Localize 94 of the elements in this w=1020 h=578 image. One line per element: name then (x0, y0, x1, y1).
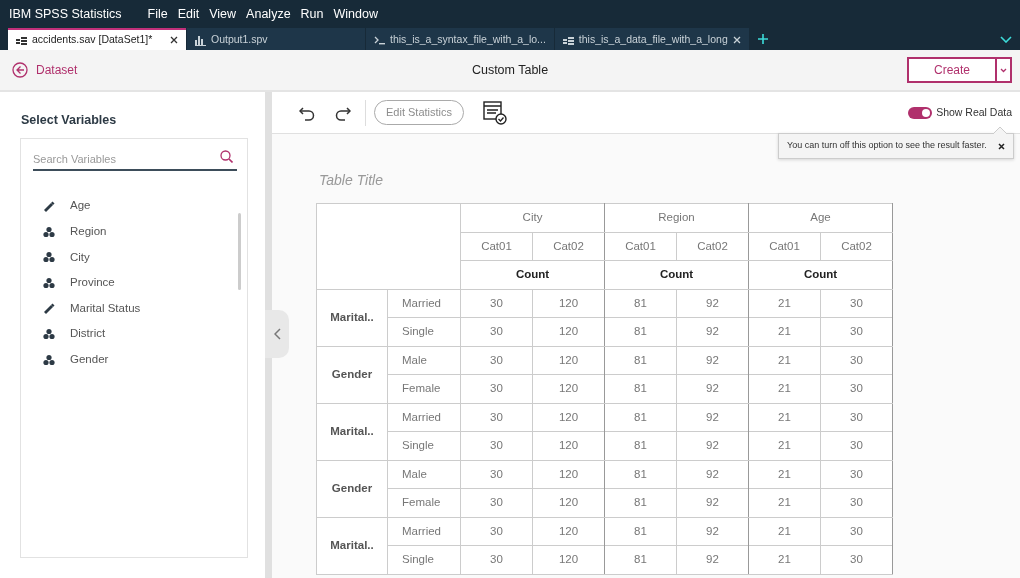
table-cell: 120 (532, 517, 605, 546)
table-cell: 92 (676, 517, 749, 546)
table-cell: 30 (460, 545, 533, 574)
table-cell: 21 (748, 317, 821, 346)
variable-item[interactable]: Age (21, 193, 247, 219)
toggle-label: Show Real Data (936, 104, 1012, 120)
panel-title: Select Variables (21, 112, 118, 129)
table-cell: 120 (532, 431, 605, 460)
table-cell: 21 (748, 431, 821, 460)
menu-item[interactable]: View (204, 4, 242, 24)
table-cell: 92 (676, 374, 749, 403)
table-cell: 30 (820, 460, 893, 489)
tooltip-text: You can turn off this option to see the result faster. (787, 139, 987, 153)
table-cell: 30 (460, 431, 533, 460)
table-cell: 21 (748, 488, 821, 517)
table-cell: 92 (676, 403, 749, 432)
table-cell: 81 (604, 488, 677, 517)
table-cell: 120 (532, 317, 605, 346)
page-title: Custom Table (471, 61, 549, 79)
table-cell: 92 (676, 488, 749, 517)
row-label: Female (387, 488, 461, 517)
tab-label: this_is_a_data_file_with_a_long (578, 32, 728, 48)
category-header: Cat02 (676, 232, 749, 261)
row-label: Female (387, 374, 461, 403)
variable-item[interactable]: Gender (21, 346, 247, 373)
table-cell: 30 (820, 317, 893, 346)
category-header: Cat02 (820, 232, 893, 261)
show-real-data-toggle[interactable]: Show Real Data (908, 104, 1012, 121)
table-cell: 30 (820, 431, 893, 460)
table-cell: 30 (460, 374, 533, 403)
table-cell: 30 (820, 403, 893, 432)
table-cell: 92 (676, 317, 749, 346)
table-cell: 120 (532, 460, 605, 489)
table-cell: 120 (532, 403, 605, 432)
menu-item[interactable]: Run (295, 4, 329, 24)
table-cell: 30 (820, 545, 893, 574)
variable-item[interactable]: City (21, 244, 247, 271)
table-cell: 120 (532, 488, 605, 517)
column-header: Age (748, 203, 893, 232)
table-cell: 30 (820, 346, 893, 375)
tab-label: Output1.spv (211, 32, 268, 48)
row-label: Single (387, 431, 461, 460)
table-cell: 81 (604, 374, 677, 403)
table-cell: 30 (820, 374, 893, 403)
table-cell: 92 (676, 545, 749, 574)
table-cell: 120 (532, 346, 605, 375)
file-tab[interactable]: accidents.sav [DataSet1]* (8, 28, 186, 50)
row-group-label: Gender (316, 460, 388, 517)
tab-label: this_is_a_syntax_file_with_a_lo... (390, 32, 546, 48)
variable-item[interactable]: Marital Status (21, 295, 247, 322)
variable-item[interactable]: Region (21, 218, 247, 245)
row-group-label: Marital.. (316, 289, 388, 346)
table-cell: 92 (676, 346, 749, 375)
menu-item[interactable]: File (142, 4, 173, 24)
row-label: Single (387, 317, 461, 346)
statistic-header: Count (460, 260, 605, 289)
file-tab[interactable]: this_is_a_syntax_file_with_a_lo... (366, 28, 554, 50)
create-button[interactable]: Create (907, 57, 997, 83)
table-cell: 21 (748, 374, 821, 403)
table-cell: 30 (460, 317, 533, 346)
variable-item[interactable]: Province (21, 270, 247, 296)
table-cell: 81 (604, 545, 677, 574)
back-link[interactable]: Dataset (12, 61, 78, 79)
table-cell: 30 (820, 289, 893, 318)
table-cell: 21 (748, 545, 821, 574)
column-header: City (460, 203, 605, 232)
table-cell: 81 (604, 431, 677, 460)
table-cell: 30 (460, 488, 533, 517)
app-title: IBM SPSS Statistics (8, 5, 123, 23)
row-group-label: Marital.. (316, 403, 388, 460)
table-cell: 92 (676, 460, 749, 489)
table-cell: 81 (604, 317, 677, 346)
table-cell: 30 (820, 488, 893, 517)
table-cell: 120 (532, 545, 605, 574)
menu-item[interactable]: Edit (172, 4, 205, 24)
menu-item[interactable]: Analyze (241, 4, 296, 24)
file-tab[interactable]: this_is_a_data_file_with_a_long (554, 28, 749, 50)
column-header: Region (604, 203, 749, 232)
row-label: Single (387, 545, 461, 574)
statistic-header: Count (748, 260, 893, 289)
category-header: Cat02 (532, 232, 605, 261)
table-cell: 120 (532, 289, 605, 318)
file-tab[interactable]: Output1.spv (187, 28, 365, 50)
row-group-label: Marital.. (316, 517, 388, 574)
row-group-label: Gender (316, 346, 388, 403)
statistic-header: Count (604, 260, 749, 289)
table-cell: 30 (820, 517, 893, 546)
table-cell: 92 (676, 289, 749, 318)
tab-label: accidents.sav [DataSet1]* (32, 32, 153, 48)
table-cell: 92 (676, 431, 749, 460)
menu-item[interactable]: Window (328, 4, 383, 24)
table-cell: 120 (532, 374, 605, 403)
variable-item[interactable]: District (21, 321, 247, 347)
search-field[interactable]: Search Variables (33, 148, 237, 172)
